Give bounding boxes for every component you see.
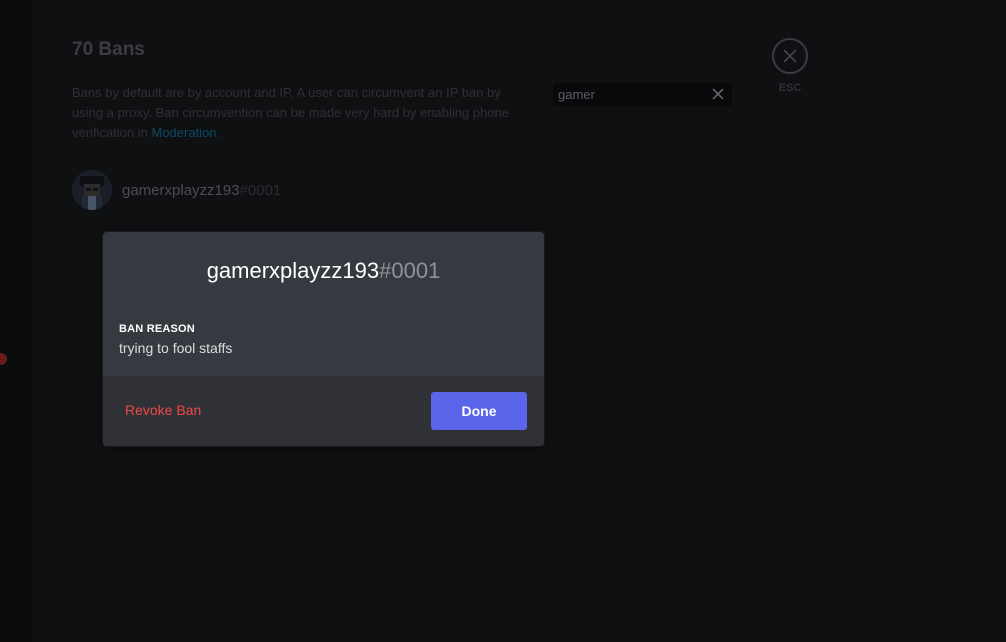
- ban-reason-text: trying to fool staffs: [119, 340, 233, 356]
- esc-close-button[interactable]: [772, 38, 808, 74]
- bans-description: Bans by default are by account and IP. A…: [72, 83, 522, 143]
- moderation-link[interactable]: Moderation: [151, 125, 216, 140]
- ban-search: [553, 83, 732, 106]
- revoke-ban-button[interactable]: Revoke Ban: [125, 402, 201, 418]
- description-end: .: [216, 125, 221, 140]
- ban-details-modal: gamerxplayzz193#0001 BAN REASON trying t…: [103, 232, 544, 446]
- close-icon: [783, 49, 797, 63]
- ban-reason-title: BAN REASON: [119, 323, 195, 335]
- done-button[interactable]: Done: [431, 392, 527, 430]
- notification-badge: [0, 353, 7, 365]
- close-icon[interactable]: [710, 86, 726, 102]
- search-input[interactable]: [558, 86, 708, 103]
- modal-discriminator: #0001: [379, 258, 441, 283]
- ban-list-item[interactable]: gamerxplayzz193 #0001: [72, 170, 281, 210]
- server-sidebar: [0, 0, 32, 642]
- ban-username: gamerxplayzz193: [122, 181, 240, 199]
- avatar: [72, 170, 112, 210]
- modal-footer: Revoke Ban Done: [103, 376, 544, 446]
- description-text: Bans by default are by account and IP. A…: [72, 85, 509, 140]
- ban-discriminator: #0001: [239, 181, 282, 199]
- modal-title: gamerxplayzz193#0001: [103, 258, 544, 284]
- esc-label: ESC: [778, 82, 802, 94]
- page-title: 70 Bans: [72, 39, 145, 60]
- modal-username: gamerxplayzz193: [206, 258, 380, 283]
